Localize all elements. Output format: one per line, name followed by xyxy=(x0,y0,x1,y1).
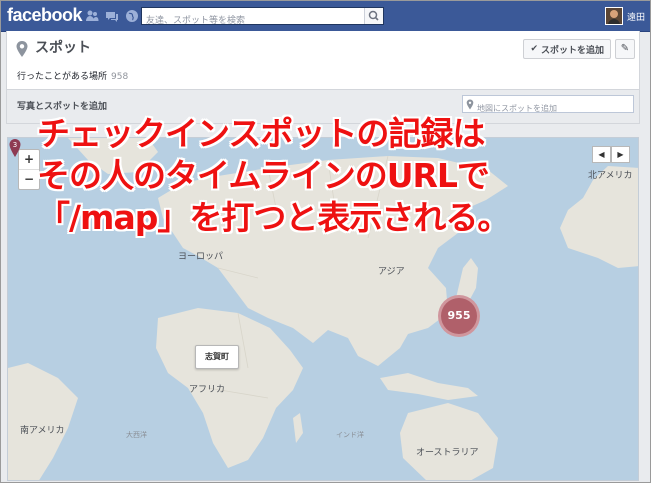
friend-requests-icon[interactable] xyxy=(85,9,99,23)
annotation-line-2: その人のタイムラインのURLで xyxy=(37,156,490,195)
page-title: スポット xyxy=(35,40,91,56)
user-name: 遠田 xyxy=(626,12,645,23)
places-header: スポット 行ったことがある場所 958 ✔ スポットを追加 ✎ xyxy=(6,31,640,90)
annotation-line-1: チェックインスポットの記録は xyxy=(37,114,485,153)
zoom-in-button[interactable]: + xyxy=(19,150,39,170)
zoom-out-button[interactable]: − xyxy=(19,170,39,189)
south-america-landmass xyxy=(8,363,78,480)
checkin-cluster-marker[interactable]: 955 xyxy=(438,295,480,337)
visited-count: 958 xyxy=(111,72,129,82)
label-europe: ヨーロッパ xyxy=(178,252,224,262)
search-input[interactable] xyxy=(142,13,370,29)
map-pin-icon xyxy=(466,99,474,110)
annotation-overlay: チェックインスポットの記録は その人のタイムラインのURLで 「/map」を打つ… xyxy=(37,113,617,239)
africa-landmass xyxy=(156,308,303,468)
label-south-america: 南アメリカ xyxy=(20,426,65,436)
global-search xyxy=(141,7,384,29)
visited-label: 行ったことがある場所 xyxy=(17,72,108,82)
madagascar-landmass xyxy=(293,413,303,443)
label-asia: アジア xyxy=(378,267,405,277)
notification-jewels xyxy=(85,9,139,23)
map-pin-icon xyxy=(16,41,28,57)
marker-callout[interactable]: 志賀町 xyxy=(195,345,239,369)
checkin-marker[interactable]: 3 xyxy=(8,138,22,158)
label-africa: アフリカ xyxy=(189,385,226,395)
label-oceania: オーストラリア xyxy=(416,448,479,458)
label-indian-ocean: インド洋 xyxy=(336,431,364,439)
map-spot-search xyxy=(462,95,634,117)
add-spot-button[interactable]: ✔ スポットを追加 xyxy=(523,39,611,59)
edit-button[interactable]: ✎ xyxy=(615,39,635,59)
add-spot-label: スポットを追加 xyxy=(540,45,604,56)
notifications-globe-icon[interactable] xyxy=(125,9,139,23)
pencil-icon: ✎ xyxy=(620,43,630,54)
search-button[interactable] xyxy=(364,8,383,24)
annotation-line-3: 「/map」を打つと表示される。 xyxy=(37,198,510,237)
facebook-top-bar: facebook 遠田 xyxy=(1,1,650,32)
check-icon: ✔ xyxy=(530,44,538,54)
search-icon xyxy=(368,10,379,21)
indonesia-landmass xyxy=(380,373,478,400)
marker-count: 3 xyxy=(13,141,17,149)
avatar xyxy=(604,7,623,25)
add-photos-label[interactable]: 写真とスポットを追加 xyxy=(17,99,107,112)
screenshot-frame: facebook 遠田 スポット 行ったことがある場所958 xyxy=(0,0,651,483)
australia-landmass xyxy=(400,403,498,480)
profile-link[interactable]: 遠田 xyxy=(604,7,645,25)
facebook-logo[interactable]: facebook xyxy=(7,5,83,26)
visited-places-tab[interactable]: 行ったことがある場所 958 xyxy=(17,69,128,82)
messages-icon[interactable] xyxy=(105,9,119,23)
label-atlantic: 大西洋 xyxy=(126,431,147,439)
